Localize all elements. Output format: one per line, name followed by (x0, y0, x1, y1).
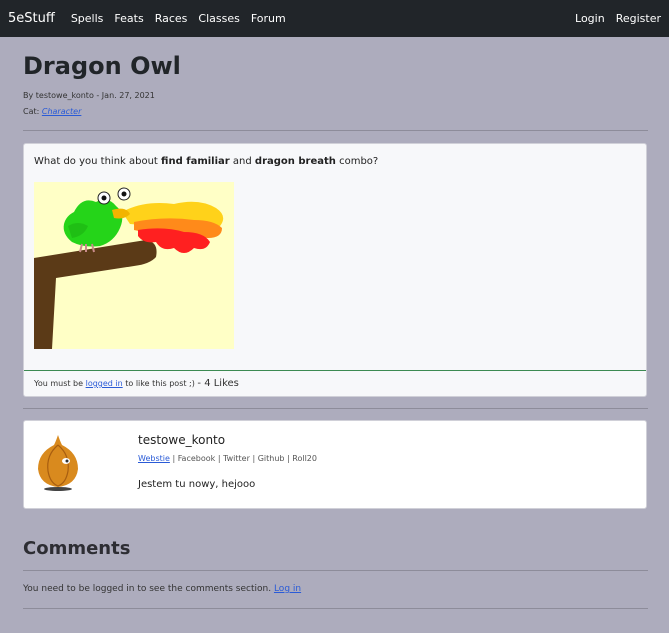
social-link-twitter[interactable]: Twitter (223, 454, 250, 463)
comments-login-link[interactable]: Log in (274, 584, 301, 594)
post-title: Dragon Owl (23, 52, 181, 80)
separator: | (287, 454, 290, 463)
nav-link-login[interactable]: Login (575, 12, 605, 25)
author-bio: Jestem tu nowy, hejooo (138, 479, 256, 490)
nav-link-spells[interactable]: Spells (71, 12, 104, 25)
nav-link-feats[interactable]: Feats (114, 12, 143, 25)
category-link[interactable]: Character (42, 107, 82, 116)
category-label: Cat: (23, 107, 40, 116)
author-card: testowe_konto Webstie | Facebook | Twitt… (23, 420, 647, 509)
nav-link-forum[interactable]: Forum (251, 12, 286, 25)
onion-avatar (38, 435, 78, 491)
author-social-links: Webstie | Facebook | Twitter | Github | … (138, 454, 317, 463)
social-link-facebook[interactable]: Facebook (178, 454, 216, 463)
question-mid: and (232, 156, 252, 167)
social-link-roll20[interactable]: Roll20 (292, 454, 317, 463)
divider (23, 608, 648, 609)
separator: | (252, 454, 256, 463)
nav-right-group: Login Register (575, 12, 661, 25)
comments-notice: You need to be logged in to see the comm… (23, 584, 301, 594)
nav-link-classes[interactable]: Classes (198, 12, 239, 25)
nav-link-races[interactable]: Races (155, 12, 188, 25)
divider (23, 570, 648, 571)
like-suffix: to like this post ;) (125, 379, 195, 388)
question-suffix: combo? (339, 156, 379, 167)
post-card: What do you think about find familiar an… (23, 143, 647, 397)
social-link-github[interactable]: Github (258, 454, 285, 463)
post-category: Cat: Character (23, 107, 81, 116)
divider (23, 130, 648, 131)
post-footer: You must be logged in to like this post … (24, 370, 646, 397)
social-link-website[interactable]: Webstie (138, 454, 170, 463)
author-name: testowe_konto (138, 433, 226, 447)
like-prefix: You must be (34, 379, 84, 388)
divider (23, 408, 648, 409)
dragon-owl-drawing (34, 182, 234, 349)
question-term-breath: dragon breath (254, 156, 336, 167)
post-byline: By testowe_konto - Jan. 27, 2021 (23, 91, 155, 100)
separator: | (172, 454, 176, 463)
top-navbar: 5eStuff Spells Feats Races Classes Forum… (0, 0, 669, 37)
separator: | (217, 454, 221, 463)
post-question: What do you think about find familiar an… (34, 156, 378, 167)
nav-link-register[interactable]: Register (616, 12, 661, 25)
comments-heading: Comments (23, 538, 131, 559)
question-prefix: What do you think about (34, 156, 158, 167)
question-term-familiar: find familiar (161, 156, 230, 167)
brand-logo[interactable]: 5eStuff (8, 11, 55, 26)
comments-notice-text: You need to be logged in to see the comm… (23, 584, 272, 594)
likes-count: - 4 Likes (197, 378, 239, 389)
login-link[interactable]: logged in (86, 379, 123, 388)
